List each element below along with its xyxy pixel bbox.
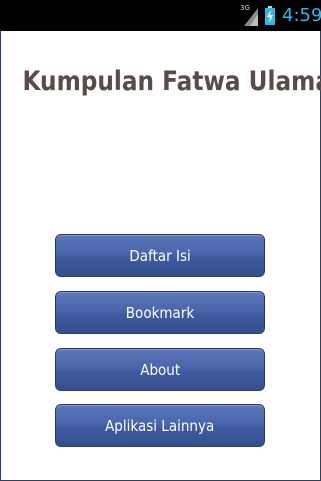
battery-charging-icon xyxy=(265,6,275,25)
app-title: Kumpulan Fatwa Ulama xyxy=(22,66,321,97)
aplikasi-lainnya-button-label: Aplikasi Lainnya xyxy=(105,416,215,435)
signal-icon xyxy=(244,8,258,26)
bookmark-button[interactable]: Bookmark xyxy=(55,291,265,334)
bookmark-button-label: Bookmark xyxy=(125,303,195,322)
daftar-isi-button-label: Daftar Isi xyxy=(129,246,191,265)
aplikasi-lainnya-button[interactable]: Aplikasi Lainnya xyxy=(55,404,265,447)
about-button[interactable]: About xyxy=(55,348,265,391)
signal-indicator: 3G xyxy=(240,4,262,26)
about-button-label: About xyxy=(140,360,180,379)
daftar-isi-button[interactable]: Daftar Isi xyxy=(55,234,265,277)
status-bar: 3G 4:59 xyxy=(0,0,321,31)
clock-time: 4:59 xyxy=(282,5,321,26)
